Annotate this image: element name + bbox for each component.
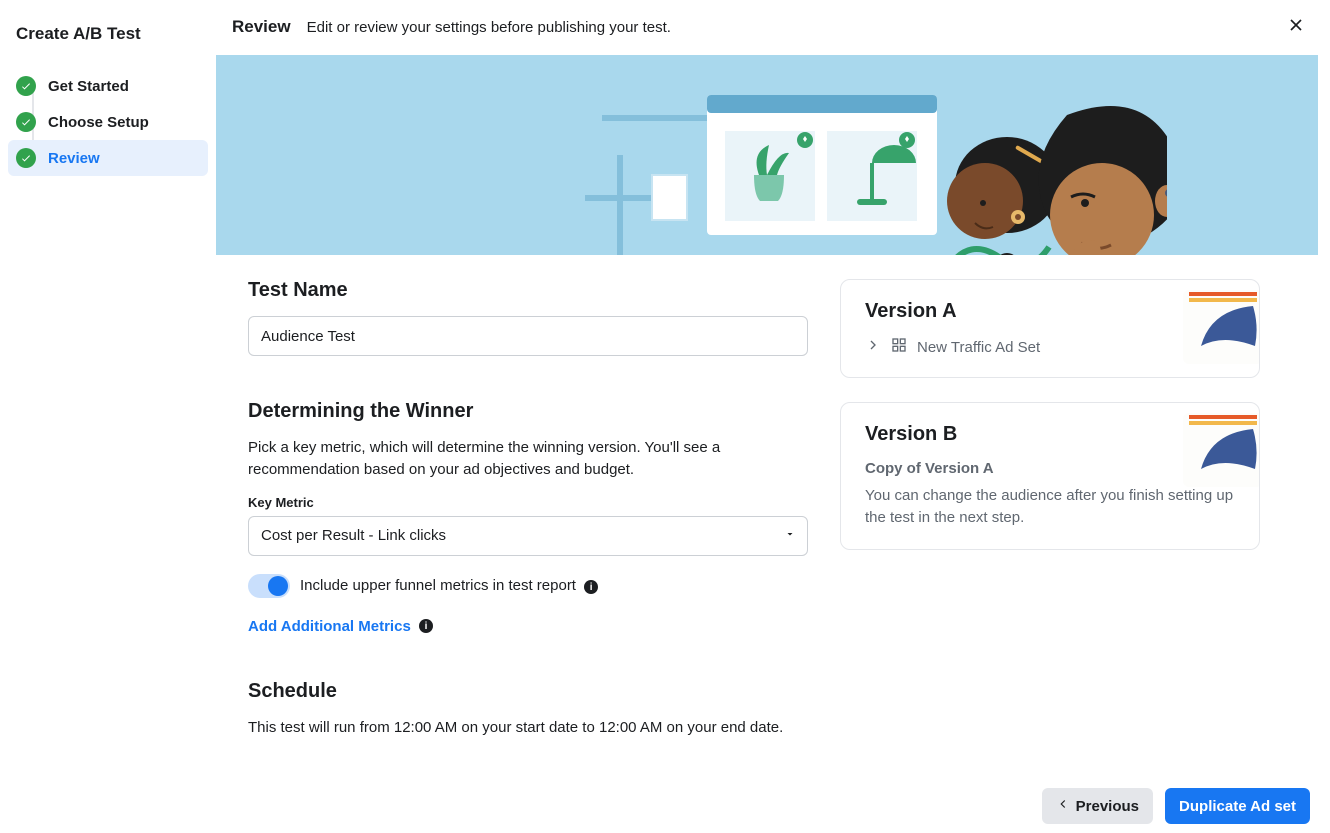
info-icon[interactable]: i <box>584 580 598 594</box>
version-b-card[interactable]: Version B Copy of Version A You can chan… <box>840 402 1260 550</box>
section-description: This test will run from 12:00 AM on your… <box>248 717 808 739</box>
section-description: Pick a key metric, which will determine … <box>248 437 808 481</box>
adset-name: New Traffic Ad Set <box>917 339 1040 356</box>
version-thumbnail <box>1183 413 1260 487</box>
section-heading: Schedule <box>248 680 808 703</box>
step-list: Get Started Choose Setup Review <box>8 68 208 176</box>
form-column: Test Name Determining the Winner Pick a … <box>248 279 808 752</box>
field-label: Key Metric <box>248 495 808 510</box>
winner-section: Determining the Winner Pick a key metric… <box>248 400 808 636</box>
add-metrics-link[interactable]: Add Additional Metrics i <box>248 618 433 635</box>
sidebar: Create A/B Test Get Started Choose Setup… <box>0 0 216 833</box>
section-heading: Test Name <box>248 279 808 302</box>
step-get-started[interactable]: Get Started <box>8 68 208 104</box>
upper-funnel-toggle[interactable] <box>248 574 290 598</box>
info-icon[interactable]: i <box>419 619 433 633</box>
page-footer: Previous Duplicate Ad set <box>216 778 1330 833</box>
hero-illustration <box>216 55 1318 255</box>
page-subtitle: Edit or review your settings before publ… <box>307 19 671 36</box>
section-heading: Determining the Winner <box>248 400 808 423</box>
page-title: Review <box>232 17 291 37</box>
previous-button[interactable]: Previous <box>1042 788 1153 824</box>
card-title: Version B <box>865 423 1235 446</box>
step-label: Get Started <box>48 78 129 95</box>
page-header: Review Edit or review your settings befo… <box>216 0 1330 55</box>
grid-icon <box>891 337 907 357</box>
toggle-label: Include upper funnel metrics in test rep… <box>300 577 598 595</box>
card-subtitle: Copy of Version A <box>865 460 1235 477</box>
check-icon <box>16 148 36 168</box>
schedule-section: Schedule This test will run from 12:00 A… <box>248 680 808 739</box>
step-review[interactable]: Review <box>8 140 208 176</box>
step-label: Review <box>48 150 100 167</box>
close-button[interactable] <box>1278 9 1314 45</box>
check-icon <box>16 112 36 132</box>
toggle-knob <box>268 576 288 596</box>
versions-column: Version A New Traffic Ad Set Version B C… <box>840 279 1260 752</box>
sidebar-title: Create A/B Test <box>8 16 208 52</box>
test-name-input[interactable] <box>248 316 808 356</box>
version-a-card[interactable]: Version A New Traffic Ad Set <box>840 279 1260 378</box>
chevron-right-icon <box>865 337 881 357</box>
duplicate-ad-set-button[interactable]: Duplicate Ad set <box>1165 788 1310 824</box>
check-icon <box>16 76 36 96</box>
step-choose-setup[interactable]: Choose Setup <box>8 104 208 140</box>
content-scroll[interactable]: Test Name Determining the Winner Pick a … <box>216 55 1318 778</box>
key-metric-select[interactable]: Cost per Result - Link clicks <box>248 516 808 556</box>
card-description: You can change the audience after you fi… <box>865 485 1235 529</box>
step-label: Choose Setup <box>48 114 149 131</box>
close-icon <box>1286 15 1306 40</box>
test-name-section: Test Name <box>248 279 808 356</box>
chevron-left-icon <box>1056 797 1070 815</box>
version-thumbnail <box>1183 290 1260 364</box>
card-title: Version A <box>865 300 1235 323</box>
